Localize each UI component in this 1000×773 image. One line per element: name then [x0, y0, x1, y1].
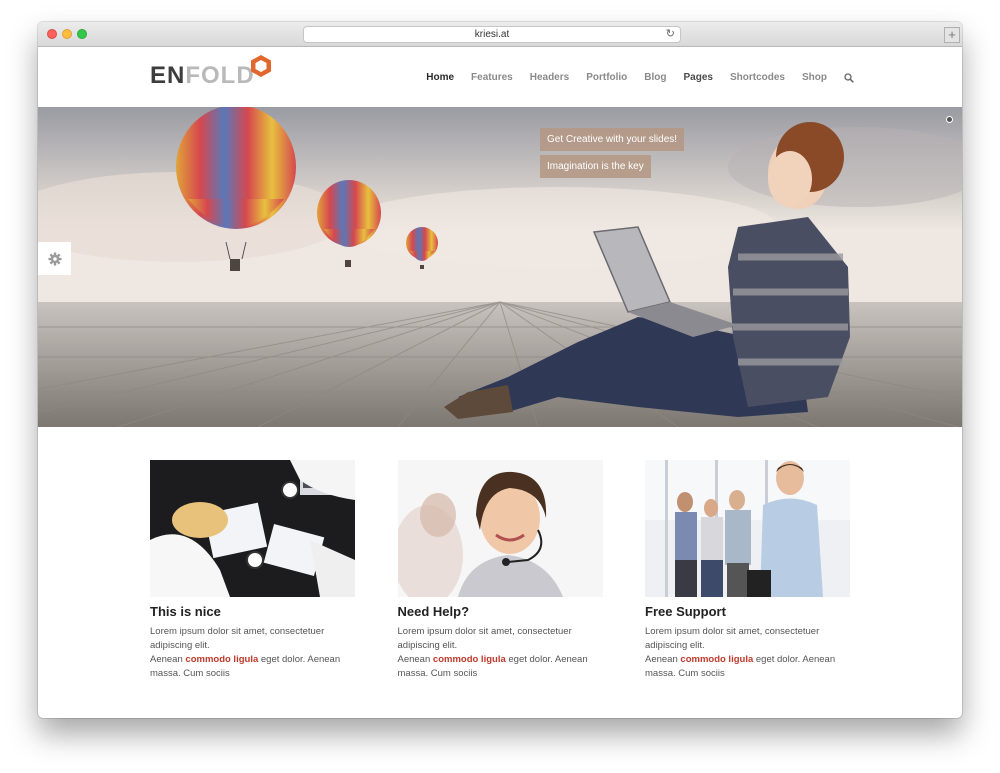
- feature-image-support-agent: [397, 460, 603, 597]
- feature-text: Lorem ipsum dolor sit amet, consectetuer…: [150, 625, 355, 681]
- new-tab-button[interactable]: +: [944, 27, 960, 43]
- gear-icon: [48, 252, 61, 265]
- nav-home[interactable]: Home: [426, 72, 454, 83]
- feature-title: Need Help?: [397, 604, 470, 619]
- nav-portfolio[interactable]: Portfolio: [586, 72, 627, 83]
- feature-column: Need Help? Lorem ipsum dolor sit amet, c…: [397, 460, 603, 681]
- browser-window: kriesi.at ↻ + ENFOLD Home Features Heade…: [38, 22, 962, 718]
- feature-image-meeting: [150, 460, 355, 597]
- close-window-button[interactable]: [47, 29, 57, 39]
- feature-text-pre: Aenean: [645, 654, 681, 665]
- search-icon[interactable]: [844, 72, 854, 83]
- hero-slide-image: [38, 107, 962, 427]
- feature-text: Lorem ipsum dolor sit amet, consectetuer…: [645, 625, 850, 681]
- feature-title: This is nice: [150, 604, 221, 619]
- feature-title: Free Support: [645, 604, 726, 619]
- nav-headers[interactable]: Headers: [530, 72, 569, 83]
- hero-slider[interactable]: Get Creative with your slides! Imaginati…: [38, 107, 962, 427]
- logo-hexagon-icon: [251, 55, 271, 77]
- settings-gear-button[interactable]: [38, 242, 71, 275]
- slider-indicator-dot[interactable]: [946, 116, 953, 123]
- nav-blog[interactable]: Blog: [644, 72, 666, 83]
- nav-shortcodes[interactable]: Shortcodes: [730, 72, 785, 83]
- feature-text: Lorem ipsum dolor sit amet, consectetuer…: [398, 625, 603, 681]
- features-section: This is nice Lorem ipsum dolor sit amet,…: [150, 460, 850, 681]
- feature-text-line1: Lorem ipsum dolor sit amet, consectetuer…: [150, 626, 325, 651]
- feature-column: Free Support Lorem ipsum dolor sit amet,…: [645, 460, 850, 681]
- feature-text-pre: Aenean: [397, 654, 433, 665]
- address-bar-url: kriesi.at: [474, 29, 510, 40]
- reload-icon[interactable]: ↻: [666, 27, 675, 42]
- site-logo[interactable]: ENFOLD: [150, 55, 271, 92]
- main-nav: Home Features Headers Portfolio Blog Pag…: [409, 48, 854, 107]
- feature-text-line1: Lorem ipsum dolor sit amet, consectetuer…: [645, 626, 820, 651]
- slider-caption-secondary[interactable]: Imagination is the key: [540, 155, 651, 178]
- feature-text-pre: Aenean: [150, 654, 186, 665]
- address-bar[interactable]: kriesi.at ↻: [303, 26, 681, 43]
- site-header: ENFOLD Home Features Headers Portfolio B…: [38, 48, 962, 107]
- browser-titlebar: kriesi.at ↻ +: [38, 22, 962, 47]
- feature-column: This is nice Lorem ipsum dolor sit amet,…: [150, 460, 355, 681]
- logo-text-dark: EN: [150, 62, 186, 89]
- maximize-window-button[interactable]: [77, 29, 87, 39]
- nav-features[interactable]: Features: [471, 72, 513, 83]
- nav-shop[interactable]: Shop: [802, 72, 827, 83]
- slider-caption-primary[interactable]: Get Creative with your slides!: [540, 128, 685, 151]
- feature-image-team: [645, 460, 850, 597]
- feature-link[interactable]: commodo ligula: [680, 654, 753, 665]
- feature-link[interactable]: commodo ligula: [433, 654, 506, 665]
- nav-pages[interactable]: Pages: [684, 72, 713, 83]
- feature-link[interactable]: commodo ligula: [185, 654, 258, 665]
- feature-text-line1: Lorem ipsum dolor sit amet, consectetuer…: [397, 626, 572, 651]
- logo-text-light: FOLD: [185, 62, 255, 89]
- minimize-window-button[interactable]: [62, 29, 72, 39]
